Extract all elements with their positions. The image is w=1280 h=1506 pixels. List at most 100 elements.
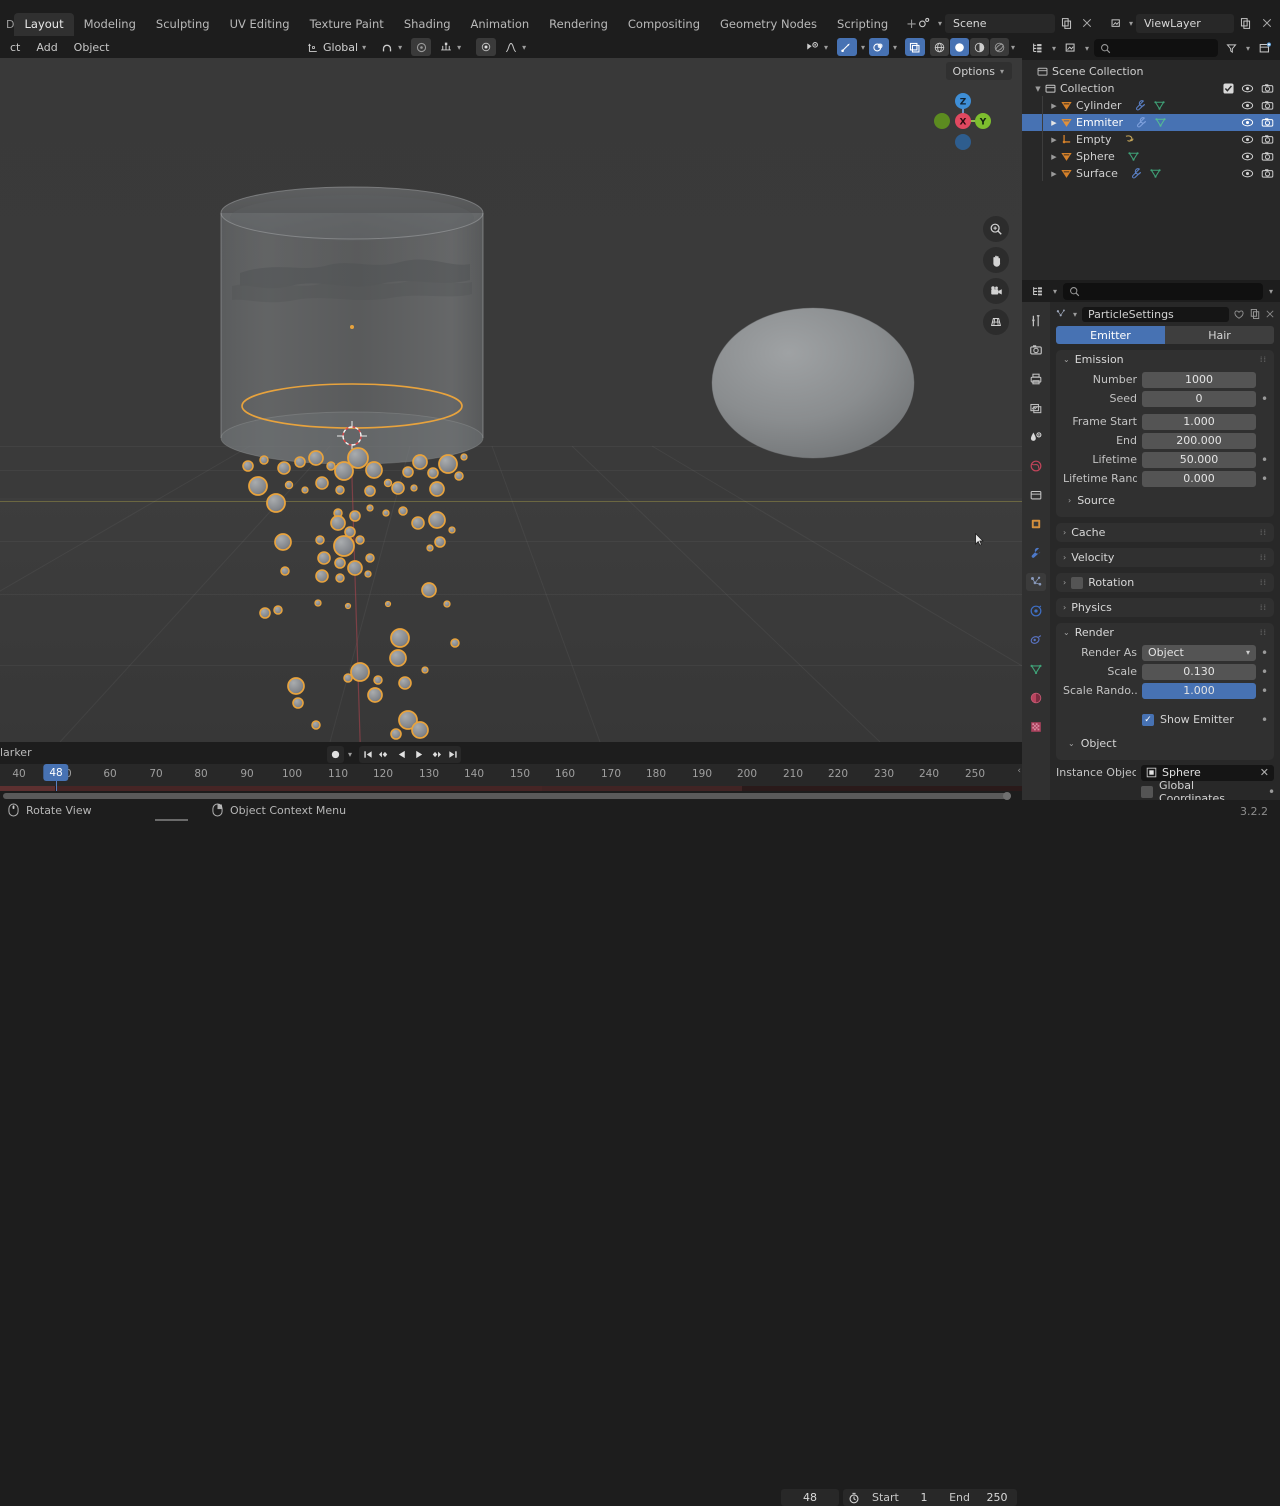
tab-texture[interactable] bbox=[1026, 718, 1046, 736]
drag-handle-icon[interactable]: ⁞⁞ bbox=[1260, 578, 1267, 587]
play-reverse-button[interactable] bbox=[393, 746, 410, 763]
particle-type-emitter[interactable]: Emitter bbox=[1056, 326, 1165, 344]
cache-panel[interactable]: › Cache ⁞⁞ bbox=[1056, 523, 1274, 542]
mesh-data-icon[interactable] bbox=[1154, 116, 1167, 129]
camera-icon[interactable] bbox=[1261, 100, 1274, 111]
play-button[interactable] bbox=[410, 746, 427, 763]
disclosure-triangle-right-icon[interactable]: ▶ bbox=[1048, 136, 1060, 144]
visibility-dropdown[interactable]: ▾ bbox=[800, 38, 834, 56]
shading-wireframe-button[interactable] bbox=[929, 38, 949, 56]
drag-handle-icon[interactable]: ⁞⁞ bbox=[1260, 355, 1267, 364]
chevron-right-icon[interactable]: › bbox=[1063, 603, 1066, 612]
viewport-menu-object[interactable]: Object bbox=[66, 41, 118, 54]
rotation-panel[interactable]: › Rotation ⁞⁞ bbox=[1056, 573, 1274, 592]
timeline-sidebar-toggle[interactable]: ‹ bbox=[1017, 766, 1021, 776]
tab-material[interactable] bbox=[1026, 689, 1046, 707]
field-value[interactable]: 0.000 bbox=[1142, 470, 1256, 487]
tab-render[interactable] bbox=[1026, 341, 1046, 359]
eye-icon[interactable] bbox=[1241, 151, 1254, 162]
chevron-down-icon[interactable]: ⌄ bbox=[1063, 355, 1070, 364]
tab-world[interactable] bbox=[1026, 457, 1046, 475]
emission-panel-header[interactable]: ⌄ Emission ⁞⁞ bbox=[1056, 350, 1274, 369]
eye-icon[interactable] bbox=[1241, 117, 1254, 128]
tab-tool[interactable] bbox=[1026, 312, 1046, 330]
scrollbar-handle-right[interactable] bbox=[1003, 792, 1011, 800]
animate-dot[interactable]: • bbox=[1261, 393, 1268, 405]
outliner-row-collection[interactable]: ▼ Collection bbox=[1022, 80, 1280, 97]
scene-browse-caret-icon[interactable]: ▾ bbox=[937, 19, 943, 28]
gizmo-toggle[interactable] bbox=[836, 38, 857, 56]
new-collection-icon[interactable] bbox=[1255, 39, 1274, 58]
outliner-row-sphere[interactable]: ▶ Sphere bbox=[1022, 148, 1280, 165]
new-viewlayer-icon[interactable] bbox=[1236, 14, 1255, 33]
show-emitter-checkbox[interactable]: ✓ bbox=[1142, 713, 1154, 726]
viewlayer-browse-icon[interactable] bbox=[1107, 14, 1126, 33]
shading-solid-button[interactable] bbox=[949, 38, 969, 56]
drag-handle-icon[interactable]: ⁞⁞ bbox=[1260, 628, 1267, 637]
animate-dot[interactable]: • bbox=[1261, 666, 1268, 678]
tab-collection[interactable] bbox=[1026, 486, 1046, 504]
jump-to-start-button[interactable] bbox=[359, 746, 376, 763]
workspace-tab-animation[interactable]: Animation bbox=[461, 13, 540, 36]
falloff-curve-dropdown[interactable]: ▾ bbox=[499, 38, 532, 56]
xray-toggle[interactable] bbox=[904, 38, 925, 56]
tab-particles[interactable] bbox=[1026, 573, 1046, 591]
properties-editor-type-icon[interactable] bbox=[1028, 282, 1047, 301]
unlink-particle-settings-icon[interactable] bbox=[1265, 309, 1275, 319]
outliner-filter-scene-icon[interactable] bbox=[1061, 39, 1080, 58]
particle-system[interactable] bbox=[0, 58, 1022, 742]
animate-dot[interactable]: • bbox=[1261, 454, 1268, 466]
camera-icon[interactable] bbox=[1261, 168, 1274, 179]
toggle-perspective-icon[interactable] bbox=[983, 309, 1009, 335]
clear-instance-object-icon[interactable]: ✕ bbox=[1260, 766, 1269, 779]
tab-modifiers[interactable] bbox=[1026, 544, 1046, 562]
outliner-row-cylinder[interactable]: ▶ Cylinder bbox=[1022, 97, 1280, 114]
camera-icon[interactable] bbox=[1261, 83, 1274, 94]
shading-rendered-button[interactable] bbox=[989, 38, 1009, 56]
previous-keyframe-button[interactable] bbox=[376, 746, 393, 763]
source-subpanel-header[interactable]: › Source bbox=[1063, 491, 1267, 509]
use-preview-range-icon[interactable] bbox=[843, 1492, 865, 1504]
properties-content[interactable]: ▾ ParticleSettings Emitter Hair ⌄ Emissi… bbox=[1050, 302, 1280, 800]
mesh-data-icon[interactable] bbox=[1127, 150, 1140, 163]
viewport-menu-add[interactable]: Add bbox=[28, 41, 65, 54]
chevron-down-icon[interactable]: ⌄ bbox=[1063, 628, 1070, 637]
global-coordinates-checkbox[interactable] bbox=[1141, 785, 1153, 798]
field-value[interactable]: 200.000 bbox=[1142, 432, 1256, 449]
disclosure-triangle-down-icon[interactable]: ▼ bbox=[1032, 85, 1044, 93]
disclosure-triangle-right-icon[interactable]: ▶ bbox=[1048, 153, 1060, 161]
viewport-options-button[interactable]: Options ▾ bbox=[945, 62, 1012, 80]
workspace-tab-sculpting[interactable]: Sculpting bbox=[146, 13, 220, 36]
workspace-tab-geometry-nodes[interactable]: Geometry Nodes bbox=[710, 13, 827, 36]
timeline-scrollbar[interactable] bbox=[0, 792, 1022, 800]
outliner-row-emmiter[interactable]: ▶ Emmiter bbox=[1022, 114, 1280, 131]
rotation-enable-checkbox[interactable] bbox=[1071, 576, 1084, 589]
outliner-row-surface[interactable]: ▶ Surface bbox=[1022, 165, 1280, 182]
tab-object-data[interactable] bbox=[1026, 660, 1046, 678]
animate-dot[interactable]: • bbox=[1261, 647, 1268, 659]
falloff-caret-icon[interactable]: ▾ bbox=[456, 43, 462, 52]
jump-to-end-button[interactable] bbox=[444, 746, 461, 763]
animate-dot[interactable]: • bbox=[1261, 685, 1268, 697]
tab-scene[interactable] bbox=[1026, 428, 1046, 446]
end-frame-value[interactable]: 250 bbox=[977, 1491, 1017, 1504]
workspace-tab-uv-editing[interactable]: UV Editing bbox=[220, 13, 300, 36]
drag-handle-icon[interactable]: ⁞⁞ bbox=[1260, 603, 1267, 612]
chevron-down-icon[interactable]: ⌄ bbox=[1068, 739, 1075, 748]
animate-dot[interactable]: • bbox=[1261, 714, 1268, 726]
particle-type-hair[interactable]: Hair bbox=[1165, 326, 1274, 344]
playhead-frame-label[interactable]: 48 bbox=[43, 764, 69, 781]
outliner-row-empty[interactable]: ▶ Empty bbox=[1022, 131, 1280, 148]
chevron-down-icon[interactable]: ▾ bbox=[361, 43, 367, 52]
3d-viewport[interactable]: Options ▾ Z Y X bbox=[0, 58, 1022, 742]
shading-caret-icon[interactable]: ▾ bbox=[1010, 43, 1016, 52]
tab-view-layer[interactable] bbox=[1026, 399, 1046, 417]
field-value[interactable]: 1.000 bbox=[1142, 413, 1256, 430]
properties-editor[interactable]: ▾ ▾ ▾ ParticleSettings Emitter Hair ⌄ Em… bbox=[1022, 280, 1280, 800]
current-frame-field[interactable]: 48 bbox=[781, 1489, 839, 1506]
field-value[interactable]: 1.000 bbox=[1142, 682, 1256, 699]
overlays-toggle[interactable] bbox=[868, 38, 889, 56]
mesh-data-icon[interactable] bbox=[1153, 99, 1166, 112]
render-as-dropdown[interactable]: Object ▾ bbox=[1142, 644, 1256, 661]
new-particle-settings-icon[interactable] bbox=[1249, 308, 1261, 320]
